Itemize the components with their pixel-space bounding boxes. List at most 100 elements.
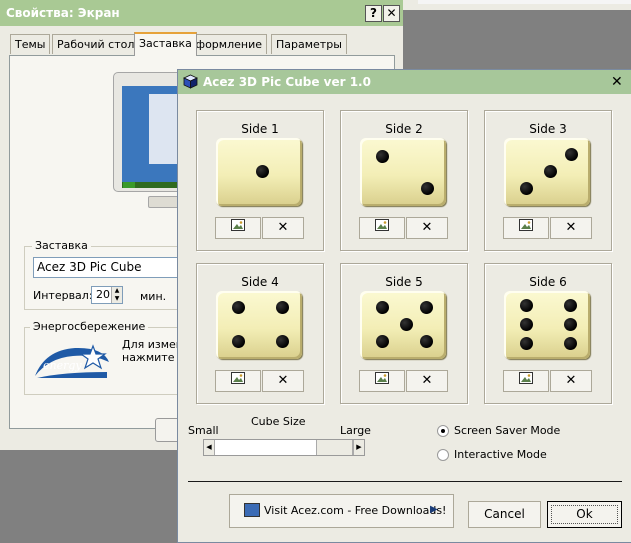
tab-settings[interactable]: Параметры	[271, 34, 347, 54]
cube-size-min-label: Small	[188, 424, 219, 437]
separator-line	[188, 481, 622, 482]
select-picture-button[interactable]	[359, 370, 405, 392]
side-label: Side 6	[529, 275, 567, 289]
preview-window	[149, 94, 179, 164]
chevron-right-icon[interactable]: ▶	[353, 440, 364, 455]
remove-picture-button[interactable]: ✕	[406, 217, 448, 239]
cube-size-slider[interactable]: ◀ ▶	[203, 439, 365, 456]
energy-group-label: Энергосбережение	[30, 320, 149, 333]
interval-label: Интервал:	[33, 289, 93, 302]
acez-cube-dialog: Acez 3D Pic Cube ver 1.0 ✕ Side 1 ✕ Side 2…	[177, 69, 631, 543]
interactive-mode-radio[interactable]	[437, 449, 449, 461]
tab-desktop[interactable]: Рабочий стол	[52, 34, 140, 54]
side-panel-1: Side 1 ✕	[196, 110, 324, 251]
interval-value: 20	[96, 288, 110, 301]
tab-themes[interactable]: Темы	[10, 34, 51, 54]
display-properties-title-bar[interactable]: Свойства: Экран ? ✕	[0, 0, 403, 26]
cube-icon	[183, 74, 198, 89]
die-face-image	[360, 138, 446, 206]
energy-text-line1: Для измен	[122, 338, 183, 351]
die-pip	[564, 299, 577, 312]
select-picture-button[interactable]	[359, 217, 405, 239]
cancel-button[interactable]: Cancel	[468, 501, 541, 528]
side-panel-4: Side 4 ✕	[196, 263, 324, 404]
die-pip	[544, 165, 557, 178]
screen-saver-mode-label[interactable]: Screen Saver Mode	[454, 424, 560, 437]
die-pip	[565, 148, 578, 161]
remove-picture-button[interactable]: ✕	[262, 370, 304, 392]
cube-size-label: Cube Size	[251, 415, 306, 428]
energy-text-line2: нажмите к	[122, 351, 185, 364]
tab-screensaver[interactable]: Заставка	[134, 32, 197, 56]
chevron-left-icon[interactable]: ◀	[204, 440, 215, 455]
spin-arrows-icon[interactable]: ▲ ▼	[111, 287, 122, 303]
screensaver-select[interactable]: Acez 3D Pic Cube	[33, 257, 183, 278]
ok-button[interactable]: Ok	[547, 501, 622, 528]
monitor-preview	[113, 72, 185, 208]
energy-star-logo: energy	[33, 342, 111, 380]
die-pip	[564, 337, 577, 350]
die-pip	[520, 182, 533, 195]
side-label: Side 5	[385, 275, 423, 289]
die-pip	[376, 150, 389, 163]
select-picture-button[interactable]	[503, 217, 549, 239]
play-arrow-icon: ▶	[430, 504, 438, 515]
radio-selected-dot	[441, 429, 445, 433]
die-pip	[232, 301, 245, 314]
screen-saver-mode-radio[interactable]	[437, 425, 449, 437]
remove-picture-button[interactable]: ✕	[262, 217, 304, 239]
die-face-image	[504, 138, 590, 206]
die-pip	[520, 318, 533, 331]
die-face-image	[216, 138, 302, 206]
picture-icon	[231, 219, 245, 231]
side-label: Side 1	[241, 122, 279, 136]
die-pip	[520, 299, 533, 312]
help-button[interactable]: ?	[365, 5, 382, 22]
side-panel-5: Side 5 ✕	[340, 263, 468, 404]
die-face-image	[360, 291, 446, 359]
picture-icon	[375, 219, 389, 231]
side-panel-6: Side 6 ✕	[484, 263, 612, 404]
interactive-mode-label[interactable]: Interactive Mode	[454, 448, 547, 461]
remove-picture-button[interactable]: ✕	[406, 370, 448, 392]
side-panel-3: Side 3 ✕	[484, 110, 612, 251]
die-pip	[276, 301, 289, 314]
focus-rectangle	[551, 505, 618, 524]
picture-icon	[519, 372, 533, 384]
die-pip	[232, 335, 245, 348]
visit-acez-button[interactable]: Visit Acez.com - Free Downloads! ▶	[229, 494, 454, 528]
acez-title: Acez 3D Pic Cube ver 1.0	[203, 75, 371, 89]
close-icon[interactable]: ✕	[611, 74, 623, 90]
interval-unit: мин.	[140, 290, 167, 303]
background-window-edge-light	[418, 0, 631, 4]
die-pip	[256, 165, 269, 178]
select-picture-button[interactable]	[503, 370, 549, 392]
screensaver-group-label: Заставка	[32, 239, 91, 252]
die-face-image	[216, 291, 302, 359]
die-pip	[376, 335, 389, 348]
close-icon[interactable]: ✕	[383, 5, 400, 22]
side-label: Side 2	[385, 122, 423, 136]
select-picture-button[interactable]	[215, 370, 261, 392]
side-panel-2: Side 2 ✕	[340, 110, 468, 251]
slider-thumb[interactable]	[316, 440, 353, 455]
side-label: Side 4	[241, 275, 279, 289]
acez-title-bar[interactable]: Acez 3D Pic Cube ver 1.0 ✕	[178, 70, 631, 94]
die-pip	[376, 301, 389, 314]
die-pip	[276, 335, 289, 348]
svg-text:energy: energy	[43, 359, 82, 372]
interval-stepper[interactable]: 20 ▲ ▼	[91, 286, 123, 304]
select-picture-button[interactable]	[215, 217, 261, 239]
picture-icon	[375, 372, 389, 384]
monitor-icon	[244, 503, 260, 517]
side-label: Side 3	[529, 122, 567, 136]
remove-picture-button[interactable]: ✕	[550, 370, 592, 392]
die-pip	[520, 337, 533, 350]
visit-acez-label: Visit Acez.com - Free Downloads!	[264, 504, 447, 517]
die-pip	[400, 318, 413, 331]
die-pip	[564, 318, 577, 331]
cube-size-max-label: Large	[340, 424, 371, 437]
remove-picture-button[interactable]: ✕	[550, 217, 592, 239]
die-pip	[420, 335, 433, 348]
die-pip	[421, 182, 434, 195]
